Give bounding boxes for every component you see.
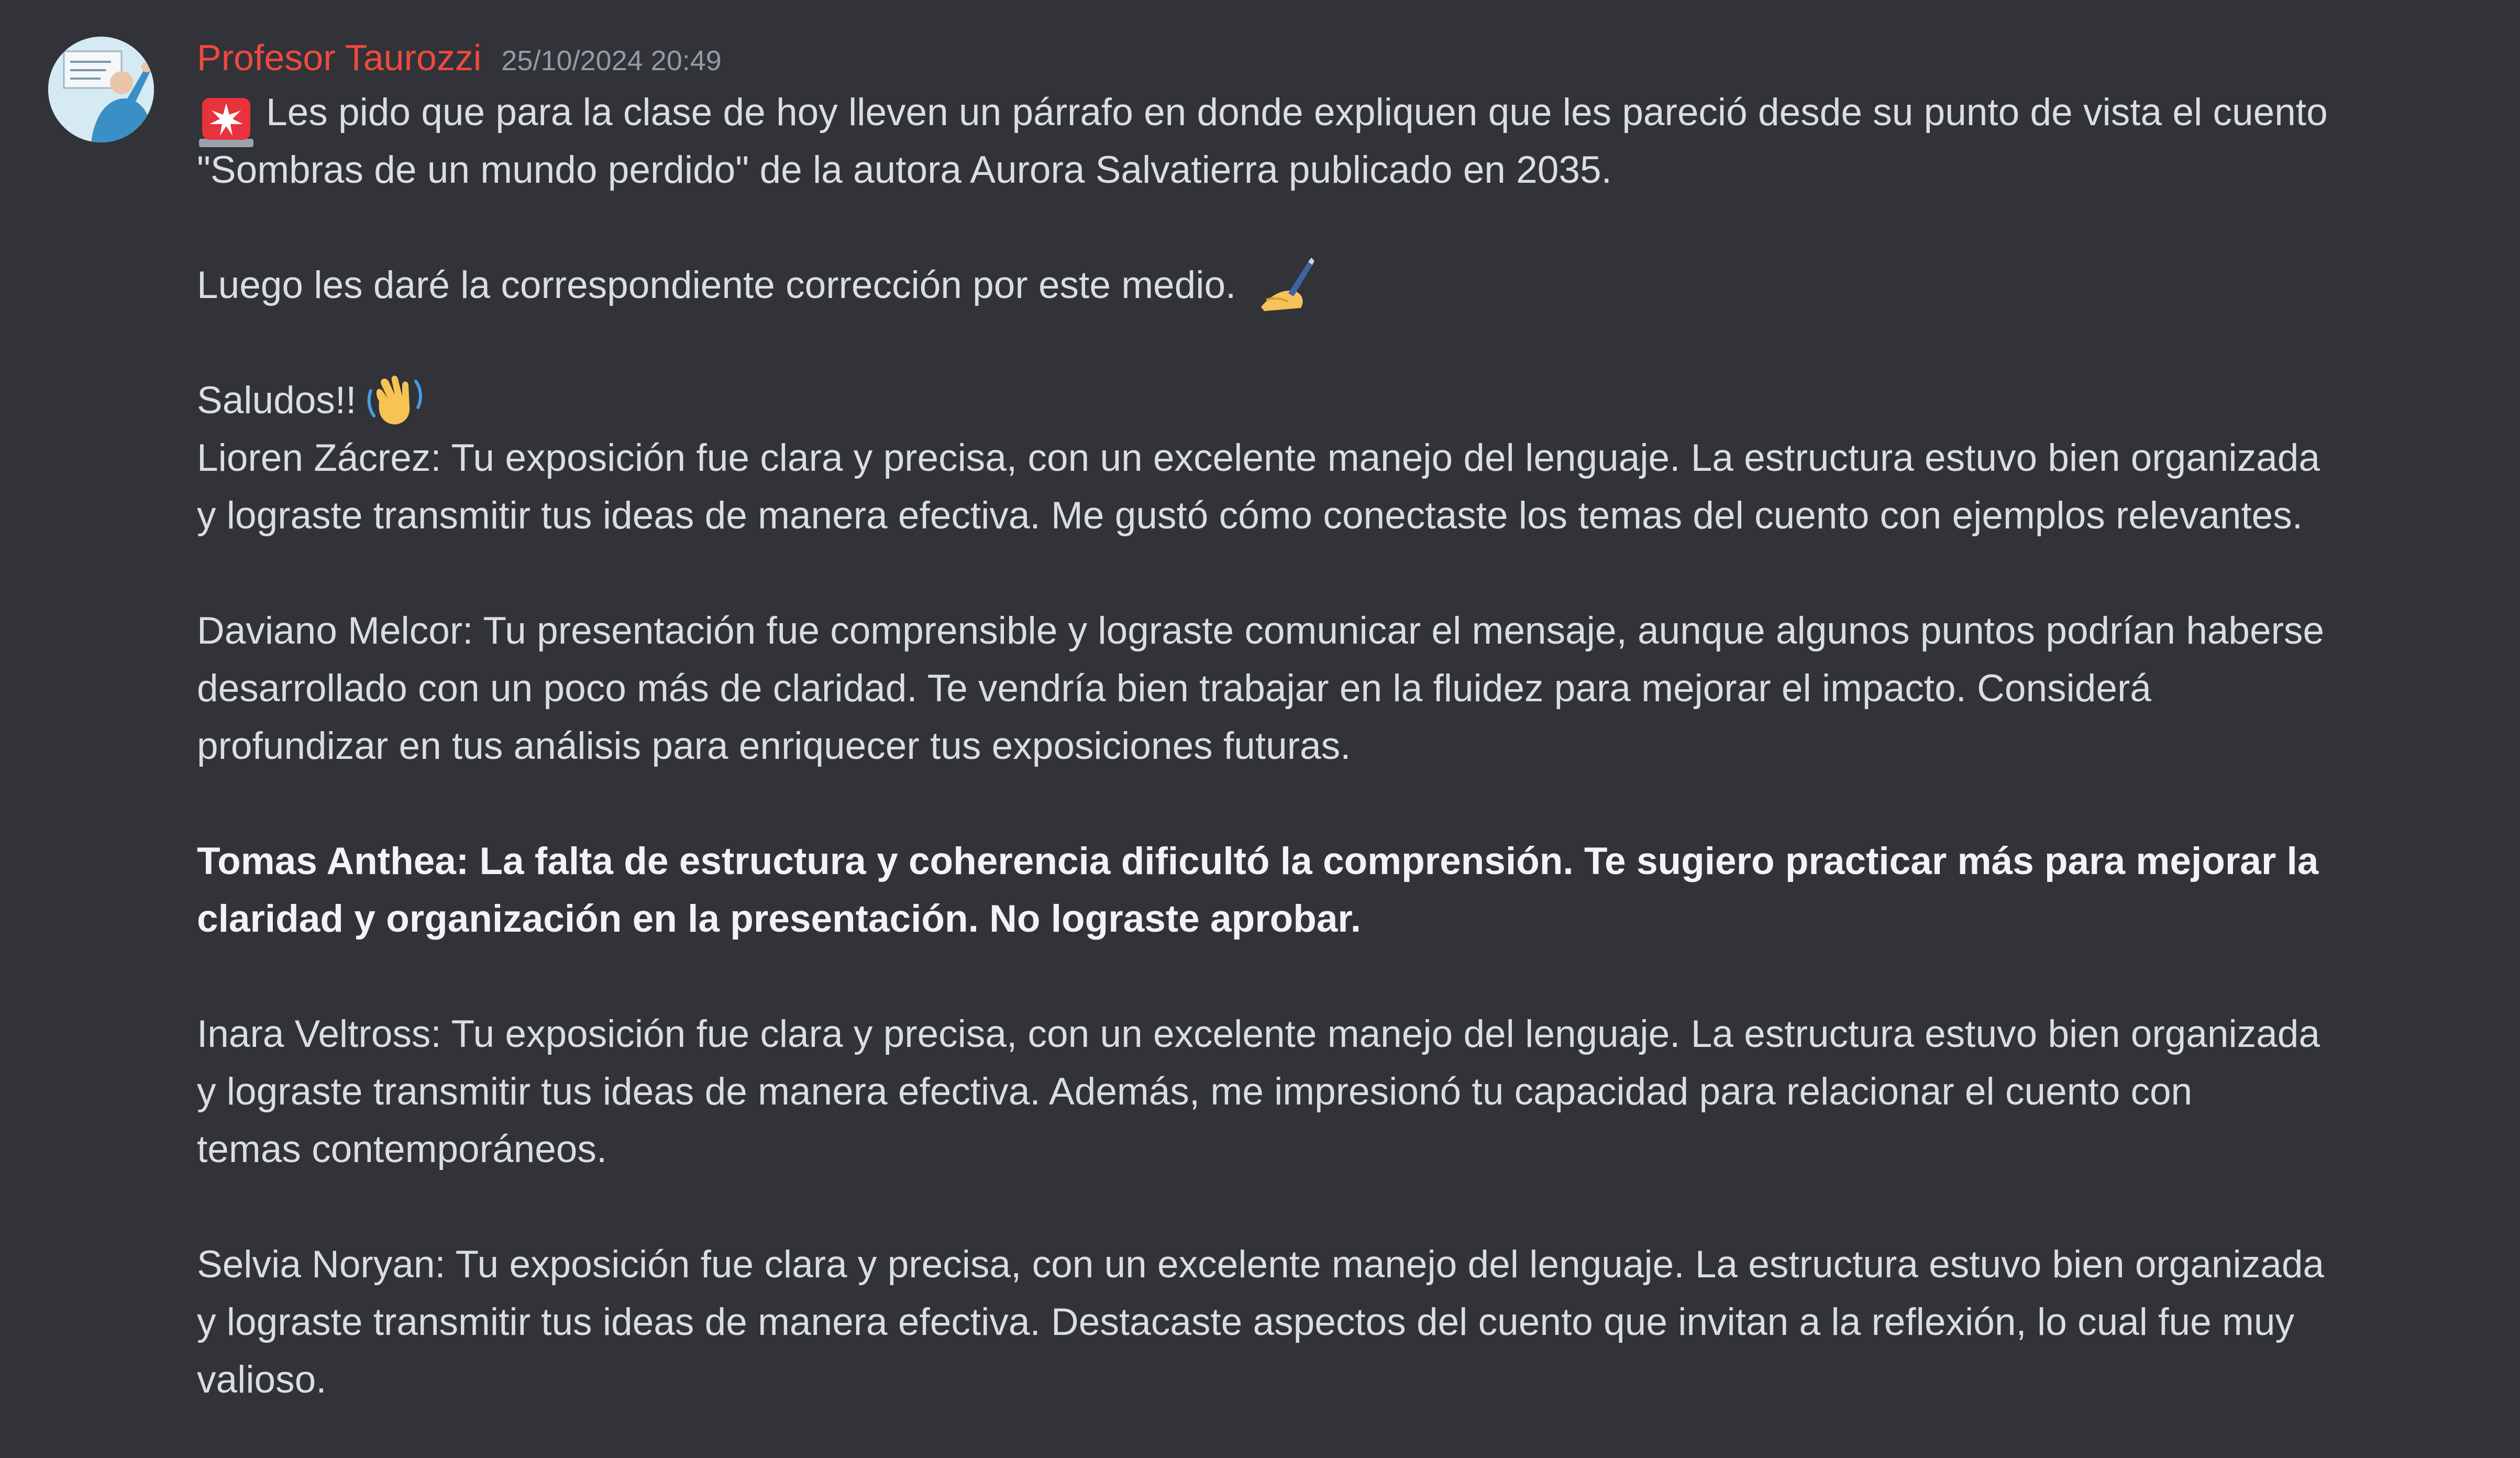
- feedback-line: Tomas Anthea: La falta de estructura y c…: [197, 840, 2319, 882]
- feedback-line: Inara Veltross: Tu exposición fue clara …: [197, 1013, 2320, 1055]
- writing-hand-emoji: [1257, 257, 1315, 314]
- feedback-paragraph: Tomas Anthea: La falta de estructura y c…: [197, 833, 2407, 948]
- waving-hand-emoji: [363, 370, 425, 432]
- feedback-line: desarrollado con un poco más de claridad…: [197, 667, 2151, 710]
- message-timestamp[interactable]: 25/10/2024 20:49: [501, 35, 721, 87]
- feedback-line: y lograste transmitir tus ideas de maner…: [197, 1070, 2193, 1113]
- paragraph-1-line-1: Les pido que para la clase de hoy lleven…: [197, 84, 2407, 147]
- feedback-paragraph: Lioren Zácrez: Tu exposición fue clara y…: [197, 429, 2407, 545]
- feedback-line: Selvia Noryan: Tu exposición fue clara y…: [197, 1243, 2325, 1286]
- paragraph-3: Saludos!!: [197, 372, 2407, 429]
- author-name[interactable]: Profesor Taurozzi: [197, 31, 481, 84]
- message-header: Profesor Taurozzi 25/10/2024 20:49: [197, 31, 2407, 84]
- feedback-paragraph: Inara Veltross: Tu exposición fue clara …: [197, 1006, 2407, 1178]
- paragraph-2: Luego les daré la correspondiente correc…: [197, 257, 2407, 314]
- feedback-paragraph: Daviano Melcor: Tu presentación fue comp…: [197, 602, 2407, 775]
- paragraph-3-text: Saludos!!: [197, 379, 357, 422]
- feedback-line: temas contemporáneos.: [197, 1128, 607, 1170]
- feedback-list: Lioren Zácrez: Tu exposición fue clara y…: [197, 429, 2407, 1409]
- author-avatar[interactable]: [48, 37, 154, 142]
- chat-message: Profesor Taurozzi 25/10/2024 20:49 Les p…: [0, 0, 2520, 1458]
- message-body: Les pido que para la clase de hoy lleven…: [197, 84, 2407, 1409]
- paragraph-1-line-2: "Sombras de un mundo perdido" de la auto…: [197, 149, 1612, 191]
- rotating-light-emoji: [197, 95, 256, 147]
- feedback-line: claridad y organización en la presentaci…: [197, 898, 1362, 940]
- message-content: Profesor Taurozzi 25/10/2024 20:49 Les p…: [197, 31, 2407, 1409]
- avatar-image: [48, 37, 154, 142]
- feedback-line: valioso.: [197, 1358, 327, 1401]
- feedback-paragraph: Selvia Noryan: Tu exposición fue clara y…: [197, 1236, 2407, 1409]
- paragraph-1-text-1: Les pido que para la clase de hoy lleven…: [266, 91, 2328, 134]
- feedback-line: Daviano Melcor: Tu presentación fue comp…: [197, 610, 2325, 652]
- feedback-line: y lograste transmitir tus ideas de maner…: [197, 1301, 2294, 1343]
- feedback-line: profundizar en tus análisis para enrique…: [197, 725, 1351, 767]
- paragraph-2-text: Luego les daré la correspondiente correc…: [197, 264, 1236, 306]
- feedback-line: Lioren Zácrez: Tu exposición fue clara y…: [197, 437, 2320, 479]
- feedback-line: y lograste transmitir tus ideas de maner…: [197, 494, 2303, 537]
